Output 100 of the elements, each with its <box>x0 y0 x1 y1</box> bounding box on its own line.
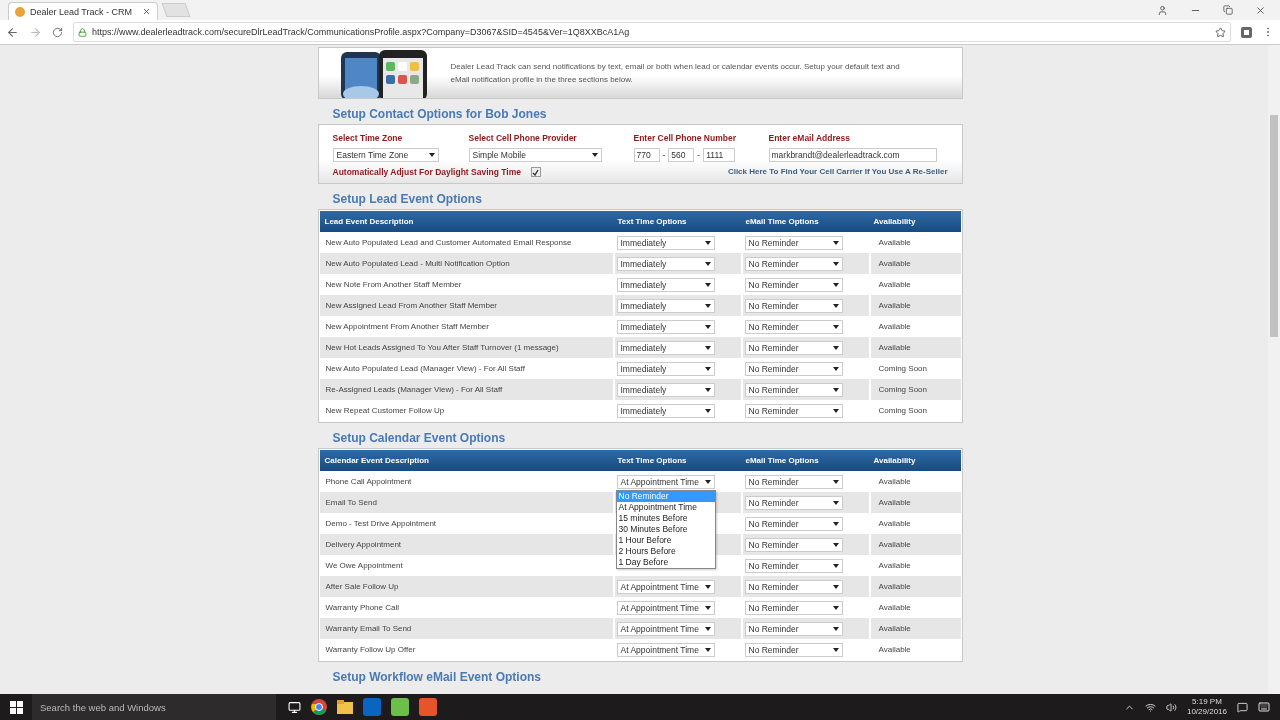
network-icon[interactable] <box>1144 701 1156 713</box>
event-description: Re-Assigned Leads (Manager View) - For All Staff <box>324 385 504 394</box>
keyboard-icon[interactable] <box>1258 701 1270 713</box>
phone-input[interactable]: 770 <box>633 148 660 162</box>
select-dropdown[interactable]: At Appointment Time <box>616 579 715 594</box>
select-dropdown[interactable]: Eastern Time Zone <box>332 148 439 162</box>
scrollbar-thumb[interactable] <box>1270 115 1278 337</box>
profile-icon[interactable] <box>1157 4 1168 16</box>
search-field[interactable]: Search the web and Windows <box>32 694 276 720</box>
availability-status: Coming Soon <box>877 406 927 415</box>
address-field[interactable]: https://www.dealerleadtrack.com/secureDlrLeadTrack/CommunicationsProfile.aspx?Company=D3067&SID=4545&Ver=1Q8XXBcA1Ag <box>73 22 1231 42</box>
caret-icon <box>704 387 711 392</box>
folder-icon[interactable] <box>337 700 353 714</box>
separator-text: - <box>697 150 701 160</box>
browser-icon[interactable] <box>311 699 327 715</box>
separator-text: - <box>662 150 666 160</box>
select-dropdown[interactable]: No Reminder <box>744 382 843 397</box>
section-heading: Setup Lead Event Options <box>331 191 483 208</box>
select-dropdown[interactable]: No Reminder <box>744 621 843 636</box>
caret-icon <box>704 647 711 652</box>
dropdown-option[interactable]: At Appointment Time <box>616 502 715 513</box>
section-heading: Setup Calendar Event Options <box>331 430 507 447</box>
select-dropdown[interactable]: At Appointment Time <box>616 642 715 657</box>
dropdown-option[interactable]: 30 Minutes Before <box>616 524 715 535</box>
phone-input[interactable]: 1111 <box>703 148 736 162</box>
phone-input[interactable]: 560 <box>668 148 695 162</box>
select-dropdown[interactable]: No Reminder <box>744 403 843 418</box>
select-dropdown[interactable]: No Reminder <box>744 516 843 531</box>
select-dropdown[interactable]: No Reminder <box>744 235 843 250</box>
dropdown-option[interactable]: 1 Day Before <box>616 557 715 568</box>
checkbox[interactable] <box>530 167 541 177</box>
select-dropdown[interactable]: At Appointment Time <box>616 474 715 489</box>
checkbox-label: Automatically Adjust For Daylight Saving Time <box>332 167 521 177</box>
select-dropdown[interactable]: No Reminder <box>744 277 843 292</box>
select-dropdown[interactable]: No Reminder <box>744 319 843 334</box>
caret-icon <box>832 605 839 610</box>
select-dropdown[interactable]: Immediately <box>616 319 715 334</box>
select-dropdown[interactable]: No Reminder <box>744 340 843 355</box>
select-dropdown[interactable]: No Reminder <box>744 579 843 594</box>
dropdown-option[interactable]: 1 Hour Before <box>616 535 715 546</box>
select-dropdown[interactable]: At Appointment Time <box>616 600 715 615</box>
select-dropdown[interactable]: Immediately <box>616 340 715 355</box>
caret-icon <box>832 584 839 589</box>
select-dropdown[interactable]: No Reminder <box>744 537 843 552</box>
carrier-link[interactable]: Click Here To Find Your Cell Carrier If You Use A Re-Seller <box>727 167 948 177</box>
availability-status: Available <box>877 498 911 507</box>
clock[interactable]: 5:19 PM 10/29/2016 <box>1186 697 1227 717</box>
caret-icon <box>832 282 839 287</box>
select-dropdown[interactable]: No Reminder <box>744 298 843 313</box>
select-dropdown[interactable]: No Reminder <box>744 600 843 615</box>
volume-icon[interactable] <box>1165 701 1177 713</box>
availability-status: Available <box>877 540 911 549</box>
event-description: Warranty Follow Up Offer <box>324 645 417 654</box>
dropdown-option[interactable]: 15 minutes Before <box>616 513 715 524</box>
restore-icon[interactable] <box>1223 5 1233 15</box>
email-input[interactable]: markbrandt@dealerleadtrack.com <box>768 148 937 162</box>
reload-icon[interactable] <box>52 26 63 38</box>
select-dropdown[interactable]: No Reminder <box>744 495 843 510</box>
extension-icon[interactable] <box>1241 26 1252 38</box>
select-dropdown[interactable]: No Reminder <box>744 361 843 376</box>
select-dropdown[interactable]: Immediately <box>616 382 715 397</box>
site-icon <box>15 6 25 17</box>
intro-text: Dealer Lead Track can send notifications by text, email or both when lead or calendar events occur. Setup your default text and eMail notification profile in the three sections below. <box>450 61 901 86</box>
field-label: Enter Cell Phone Number <box>633 133 737 143</box>
event-description: New Auto Populated Lead and Customer Automated Email Response <box>324 238 573 247</box>
column-header: Lead Event Description <box>323 217 415 226</box>
caret-icon <box>832 521 839 526</box>
caret-icon <box>832 500 839 505</box>
availability-status: Available <box>877 238 911 247</box>
caret-icon <box>832 345 839 350</box>
section-heading: Setup Workflow eMail Event Options <box>331 669 542 686</box>
select-dropdown[interactable]: No Reminder <box>744 558 843 573</box>
notifications-icon[interactable] <box>1237 701 1248 713</box>
availability-status: Available <box>877 645 911 654</box>
select-dropdown[interactable]: Simple Mobile <box>468 148 602 162</box>
select-dropdown[interactable]: Immediately <box>616 256 715 271</box>
select-dropdown[interactable]: No Reminder <box>744 474 843 489</box>
select-dropdown[interactable]: Immediately <box>616 277 715 292</box>
column-header: Availability <box>872 217 917 226</box>
select-dropdown[interactable]: No Reminder <box>744 642 843 657</box>
select-dropdown[interactable]: Immediately <box>616 235 715 250</box>
select-dropdown[interactable]: Immediately <box>616 361 715 376</box>
close-icon[interactable] <box>1255 4 1266 16</box>
caret-icon <box>832 324 839 329</box>
dropdown-option[interactable]: 2 Hours Before <box>616 546 715 557</box>
select-dropdown[interactable]: Immediately <box>616 403 715 418</box>
url-text: https://www.dealerleadtrack.com/secureDlrLeadTrack/CommunicationsProfile.aspx?Company=D3067&SID=4545&Ver=1Q8XXBcA1Ag <box>92 27 630 37</box>
select-dropdown[interactable]: At Appointment Time <box>616 621 715 636</box>
event-description: Demo - Test Drive Appointment <box>324 519 438 528</box>
close-icon[interactable] <box>142 7 151 16</box>
select-dropdown[interactable]: Immediately <box>616 298 715 313</box>
column-header: Availability <box>872 456 917 465</box>
windows-icon[interactable] <box>9 700 23 714</box>
select-dropdown[interactable]: No Reminder <box>744 256 843 271</box>
bookmark-icon[interactable] <box>1215 26 1226 38</box>
browser-tab[interactable]: Dealer Lead Track - CRM <box>8 2 158 20</box>
section-heading: Setup Contact Options for Bob Jones <box>331 106 548 123</box>
caret-icon <box>832 647 839 652</box>
event-description: Warranty Email To Send <box>324 624 413 633</box>
back-icon[interactable] <box>6 25 19 39</box>
